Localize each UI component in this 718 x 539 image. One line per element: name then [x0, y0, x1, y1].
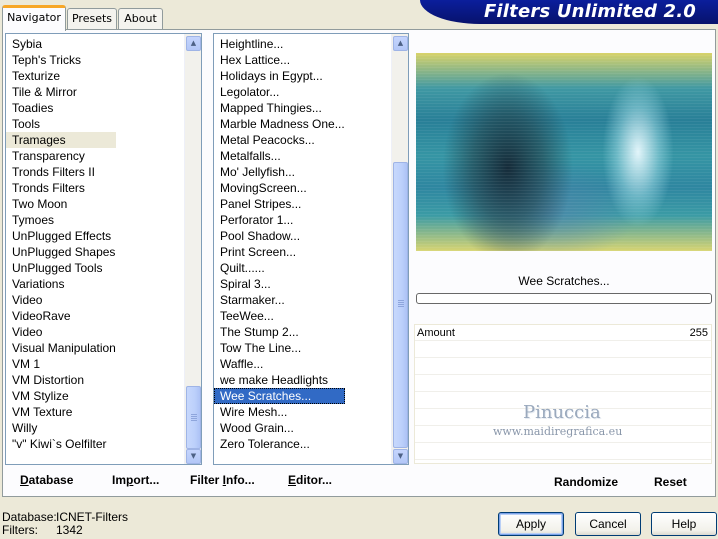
- filter_list-item[interactable]: Starmaker...: [214, 292, 345, 308]
- category_list-item[interactable]: Teph's Tricks: [6, 52, 116, 68]
- filter_list-item[interactable]: Waffle...: [214, 356, 345, 372]
- filter_list-item[interactable]: Perforator 1...: [214, 212, 345, 228]
- filter_list-item[interactable]: Zero Tolerance...: [214, 436, 345, 452]
- scroll-up-button[interactable]: ▲: [393, 36, 408, 51]
- category_list-item[interactable]: VM Stylize: [6, 388, 116, 404]
- filter_list-item[interactable]: Mapped Thingies...: [214, 100, 345, 116]
- category_list-item[interactable]: UnPlugged Tools: [6, 260, 116, 276]
- filter_list-item[interactable]: Spiral 3...: [214, 276, 345, 292]
- help-button[interactable]: Help: [651, 512, 717, 536]
- title-banner: Filters Unlimited 2.0: [420, 0, 718, 24]
- editor-button[interactable]: Editor...: [288, 473, 332, 489]
- parameter-row[interactable]: Amount 255: [415, 325, 711, 341]
- category_list-item[interactable]: Tronds Filters II: [6, 164, 116, 180]
- category_list-item[interactable]: Tile & Mirror: [6, 84, 116, 100]
- category_list-item[interactable]: VM Texture: [6, 404, 116, 420]
- banner-title: Filters Unlimited 2.0: [483, 1, 696, 22]
- category-list[interactable]: Sybia Teph's Tricks Texturize Tile & Mirror…: [5, 33, 202, 465]
- category_list-item[interactable]: UnPlugged Effects: [6, 228, 116, 244]
- filter_list-item[interactable]: Metal Peacocks...: [214, 132, 345, 148]
- category-scrollbar[interactable]: ▲ ▼: [184, 34, 201, 464]
- filter_list-item[interactable]: Mo' Jellyfish...: [214, 164, 345, 180]
- category_list-item[interactable]: Transparency: [6, 148, 116, 164]
- category_list-item[interactable]: Variations: [6, 276, 116, 292]
- filter_list-item[interactable]: Holidays in Egypt...: [214, 68, 345, 84]
- category_list-item[interactable]: Two Moon: [6, 196, 116, 212]
- category_list-item[interactable]: Visual Manipulation: [6, 340, 116, 356]
- filter_list-item[interactable]: MovingScreen...: [214, 180, 345, 196]
- apply-button[interactable]: Apply: [498, 512, 564, 536]
- import-button[interactable]: Import...: [112, 473, 159, 489]
- filter_list-item[interactable]: Wire Mesh...: [214, 404, 345, 420]
- category_list-item[interactable]: Toadies: [6, 100, 116, 116]
- category_list-item[interactable]: Video: [6, 324, 116, 340]
- category_list-item[interactable]: Tronds Filters: [6, 180, 116, 196]
- selected-filter-name: Wee Scratches...: [518, 274, 610, 288]
- tab-navigator[interactable]: Navigator: [2, 5, 66, 31]
- filter_list-item[interactable]: we make Headlights: [214, 372, 345, 388]
- randomize-button[interactable]: Randomize: [554, 475, 618, 491]
- filter-items: Heightline... Hex Lattice... Holidays in E…: [214, 36, 345, 452]
- category_list-item[interactable]: VideoRave: [6, 308, 116, 324]
- database-button[interactable]: Database: [20, 473, 73, 489]
- filter_list-item[interactable]: Panel Stripes...: [214, 196, 345, 212]
- scroll-up-button[interactable]: ▲: [186, 36, 201, 51]
- category_list-item[interactable]: VM Distortion: [6, 372, 116, 388]
- category_list-item[interactable]: "v" Kiwi`s Oelfilter: [6, 436, 116, 452]
- scroll-thumb[interactable]: [186, 386, 201, 449]
- filter_list-item[interactable]: Legolator...: [214, 84, 345, 100]
- category_list-item[interactable]: Tymoes: [6, 212, 116, 228]
- filter_list-item[interactable]: Quilt......: [214, 260, 345, 276]
- watermark-site: www.maidiregrafica.eu: [493, 425, 623, 438]
- filter-list[interactable]: Heightline... Hex Lattice... Holidays in E…: [213, 33, 409, 465]
- database-status: Database:ICNET-Filters: [2, 510, 128, 524]
- filter_list-item[interactable]: Wee Scratches...: [214, 388, 345, 404]
- filter_list-item[interactable]: TeeWee...: [214, 308, 345, 324]
- category_list-item[interactable]: Willy: [6, 420, 116, 436]
- parameter-value: 255: [689, 327, 708, 339]
- category_list-item[interactable]: Texturize: [6, 68, 116, 84]
- filter_list-item[interactable]: Heightline...: [214, 36, 345, 52]
- filter_list-item[interactable]: Marble Madness One...: [214, 116, 345, 132]
- watermark-name: Pinuccia: [523, 402, 601, 423]
- filter_list-item[interactable]: Metalfalls...: [214, 148, 345, 164]
- progress-bar: [416, 293, 712, 304]
- category_list-item[interactable]: Tramages: [6, 132, 116, 148]
- parameter-panel: Amount 255: [414, 324, 712, 464]
- category_list-item[interactable]: UnPlugged Shapes: [6, 244, 116, 260]
- filter-info-button[interactable]: Filter Info...: [190, 473, 255, 489]
- filter_list-item[interactable]: Tow The Line...: [214, 340, 345, 356]
- filter_list-item[interactable]: The Stump 2...: [214, 324, 345, 340]
- category_list-item[interactable]: Sybia: [6, 36, 116, 52]
- scroll-down-button[interactable]: ▼: [393, 449, 408, 464]
- category_list-item[interactable]: Tools: [6, 116, 116, 132]
- reset-button[interactable]: Reset: [654, 475, 687, 491]
- tab-presets[interactable]: Presets: [67, 8, 117, 29]
- filter-scrollbar[interactable]: ▲ ▼: [391, 34, 408, 464]
- scroll-thumb[interactable]: [393, 162, 408, 448]
- preview-image: [416, 53, 712, 251]
- filter_list-item[interactable]: Hex Lattice...: [214, 52, 345, 68]
- filter_list-item[interactable]: Print Screen...: [214, 244, 345, 260]
- cancel-button[interactable]: Cancel: [575, 512, 641, 536]
- filter_list-item[interactable]: Pool Shadow...: [214, 228, 345, 244]
- filter_list-item[interactable]: Wood Grain...: [214, 420, 345, 436]
- category_list-item[interactable]: VM 1: [6, 356, 116, 372]
- category_list-item[interactable]: Video: [6, 292, 116, 308]
- tab-about[interactable]: About: [118, 8, 163, 29]
- scroll-down-button[interactable]: ▼: [186, 449, 201, 464]
- filters-status: Filters: 1342: [2, 523, 83, 537]
- category-items: Sybia Teph's Tricks Texturize Tile & Mirror…: [6, 36, 116, 452]
- parameter-name: Amount: [417, 327, 455, 339]
